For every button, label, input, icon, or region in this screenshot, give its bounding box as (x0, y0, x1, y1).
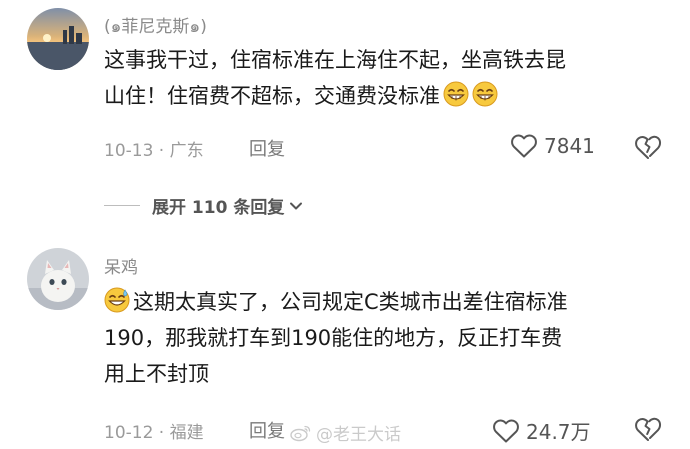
broken-heart-icon (635, 135, 662, 159)
chevron-down-icon (290, 202, 303, 209)
sweat-grin-emoji-icon (104, 287, 130, 313)
comment-text-line-with-emoji: 这期太真实了，公司规定C类城市出差住宿标准 (104, 284, 568, 320)
dislike-button[interactable] (634, 415, 662, 447)
comment-text-line: 这事我干过，住宿标准在上海住不起，坐高铁去昆 (104, 48, 566, 72)
grin-emoji-icon (443, 81, 469, 107)
comment-date-location: 10-12 · 福建 (104, 423, 204, 443)
expand-replies-label: 展开 110 条回复 (152, 198, 285, 218)
like-button[interactable]: 7841 (510, 133, 595, 159)
comment-username[interactable]: 呆鸡 (104, 253, 138, 278)
comment-text-line: 这期太真实了，公司规定C类城市出差住宿标准 (133, 290, 568, 314)
heart-icon (493, 419, 519, 442)
like-count: 7841 (544, 134, 595, 158)
dislike-button[interactable] (634, 133, 662, 165)
comment-text-line-with-emoji: 山住！住宿费不超标，交通费没标准 (104, 78, 566, 114)
like-count: 24.7万 (526, 420, 591, 444)
avatar[interactable] (27, 8, 89, 70)
broken-heart-icon (635, 417, 662, 441)
avatar[interactable] (27, 248, 89, 310)
heart-icon (511, 134, 537, 158)
comment-username[interactable]: (๑菲尼克斯๑) (104, 12, 207, 40)
reply-button[interactable]: 回复 (249, 417, 285, 443)
weibo-logo-icon (290, 425, 311, 441)
watermark-text: @老王大话 (316, 425, 401, 445)
comment-text: 这期太真实了，公司规定C类城市出差住宿标准 190，那我就打车到190能住的地方… (104, 284, 568, 392)
comment-date-location: 10-13 · 广东 (104, 141, 204, 161)
comment-text-line: 190，那我就打车到190能住的地方，反正打车费 (104, 326, 563, 350)
comment-text-line: 山住！住宿费不超标，交通费没标准 (104, 84, 440, 108)
comment-text-line: 用上不封顶 (104, 362, 209, 386)
comment-text: 这事我干过，住宿标准在上海住不起，坐高铁去昆 山住！住宿费不超标，交通费没标准 (104, 42, 566, 114)
expand-replies-button[interactable]: 展开 110 条回复 (104, 193, 304, 218)
reply-button[interactable]: 回复 (249, 135, 285, 161)
grin-emoji-icon (472, 81, 498, 107)
watermark: @老王大话 (290, 420, 401, 445)
like-button[interactable]: 24.7万 (492, 416, 591, 445)
expand-divider (104, 205, 140, 206)
